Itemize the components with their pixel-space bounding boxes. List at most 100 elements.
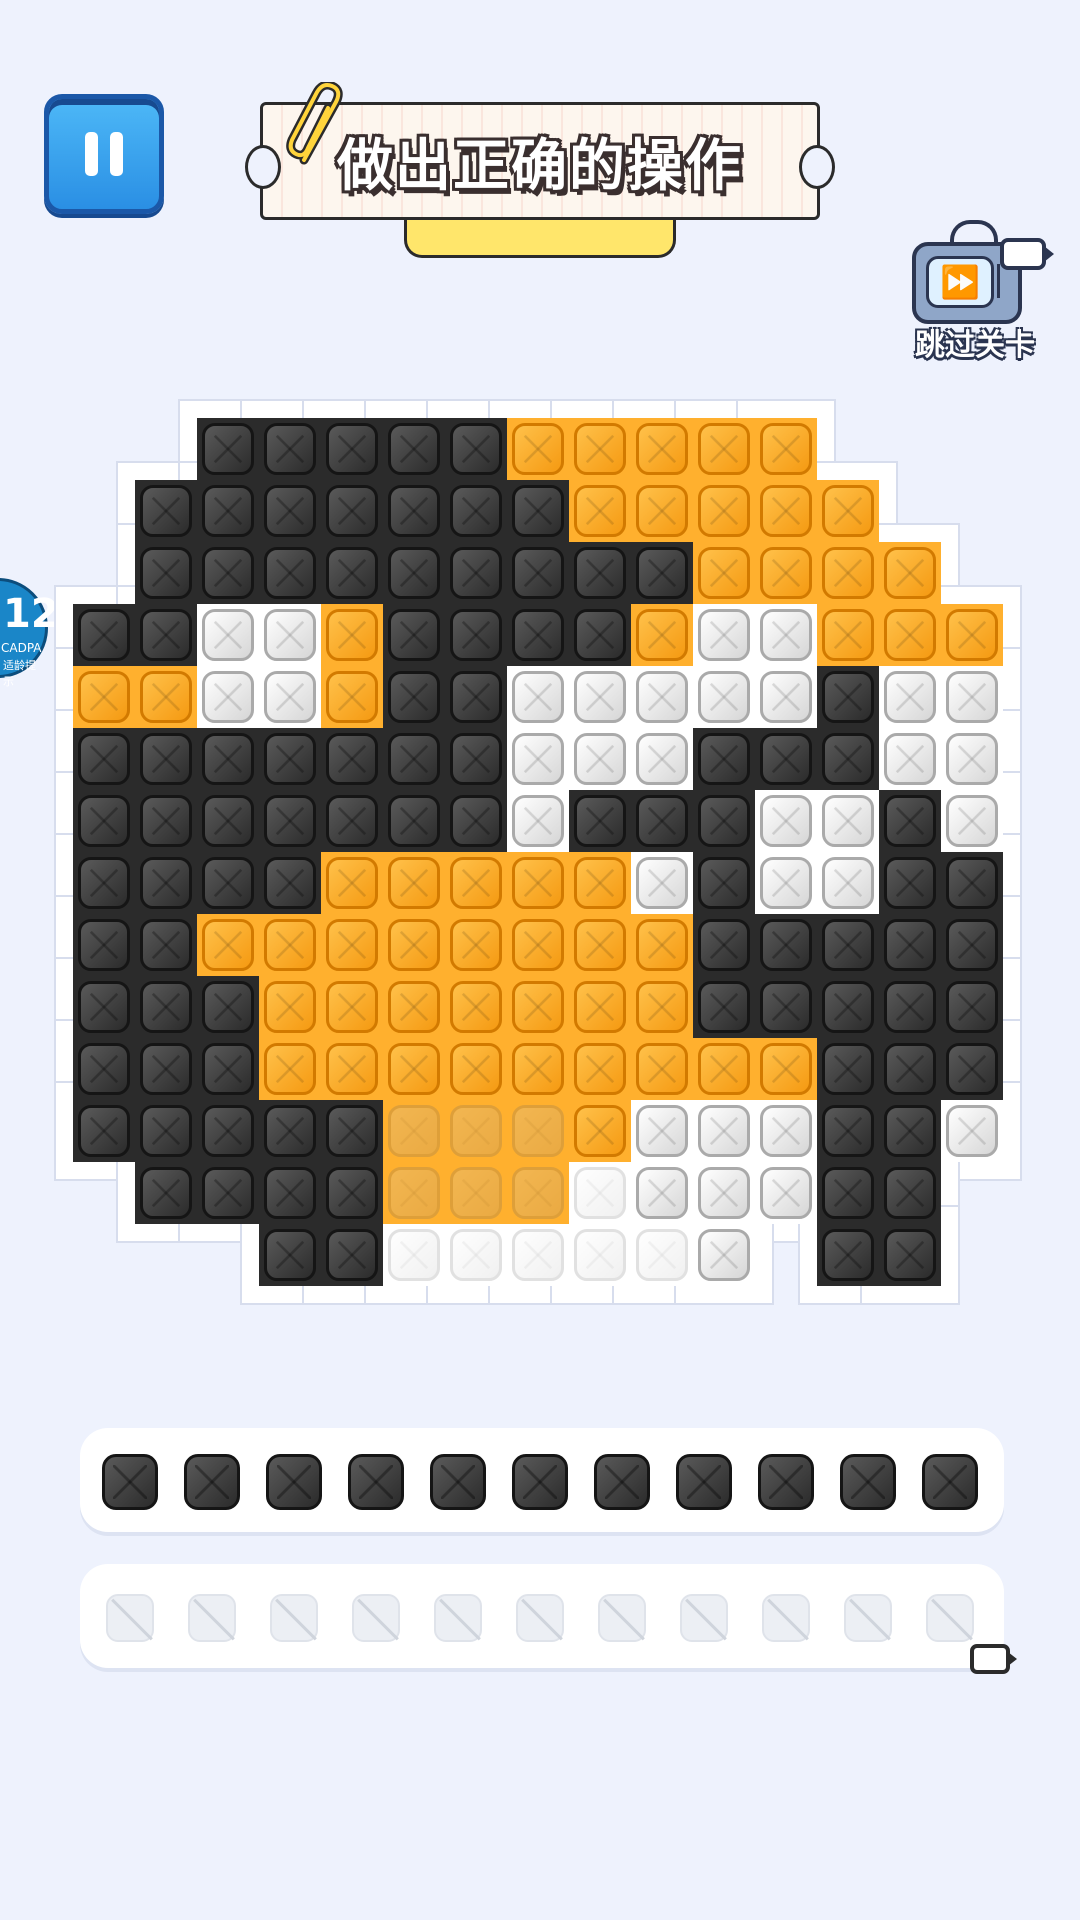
bead-cell[interactable] <box>135 790 197 852</box>
bead-cell[interactable] <box>197 1100 259 1162</box>
bead-cell[interactable] <box>321 976 383 1038</box>
bead-cell[interactable] <box>259 728 321 790</box>
bead-cell[interactable] <box>569 418 631 480</box>
bead-cell[interactable] <box>941 976 1003 1038</box>
bead-cell[interactable] <box>507 976 569 1038</box>
bead-cell[interactable] <box>631 976 693 1038</box>
tray-black-bead[interactable] <box>102 1454 158 1510</box>
bead-cell[interactable] <box>569 1100 631 1162</box>
bead-cell[interactable] <box>383 1162 445 1224</box>
bead-cell[interactable] <box>321 480 383 542</box>
bead-cell[interactable] <box>259 604 321 666</box>
tray-black-bead[interactable] <box>512 1454 568 1510</box>
bead-cell[interactable] <box>817 604 879 666</box>
bead-cell[interactable] <box>383 418 445 480</box>
bead-cell[interactable] <box>817 1038 879 1100</box>
bead-cell[interactable] <box>445 790 507 852</box>
bead-cell[interactable] <box>817 914 879 976</box>
bead-cell[interactable] <box>631 1224 693 1286</box>
bead-cell[interactable] <box>941 1038 1003 1100</box>
bead-cell[interactable] <box>321 418 383 480</box>
tray-black-bead[interactable] <box>184 1454 240 1510</box>
bead-cell[interactable] <box>693 604 755 666</box>
bead-cell[interactable] <box>135 976 197 1038</box>
bead-cell[interactable] <box>445 976 507 1038</box>
bead-cell[interactable] <box>197 976 259 1038</box>
bead-cell[interactable] <box>507 418 569 480</box>
video-camera-icon[interactable] <box>970 1644 1017 1674</box>
bead-cell[interactable] <box>817 1100 879 1162</box>
bead-cell[interactable] <box>693 542 755 604</box>
bead-cell[interactable] <box>383 976 445 1038</box>
bead-cell[interactable] <box>259 790 321 852</box>
bead-cell[interactable] <box>507 790 569 852</box>
bead-cell[interactable] <box>817 728 879 790</box>
bead-cell[interactable] <box>321 852 383 914</box>
bead-cell[interactable] <box>693 914 755 976</box>
bead-cell[interactable] <box>879 542 941 604</box>
bead-cell[interactable] <box>817 790 879 852</box>
bead-cell[interactable] <box>817 852 879 914</box>
bead-cell[interactable] <box>135 1100 197 1162</box>
bead-cell[interactable] <box>507 914 569 976</box>
bead-cell[interactable] <box>445 728 507 790</box>
bead-cell[interactable] <box>755 480 817 542</box>
bead-cell[interactable] <box>507 1100 569 1162</box>
bead-cell[interactable] <box>631 480 693 542</box>
bead-tray[interactable] <box>80 1428 1004 1532</box>
bead-cell[interactable] <box>135 852 197 914</box>
bead-cell[interactable] <box>259 1224 321 1286</box>
bead-cell[interactable] <box>383 1224 445 1286</box>
bead-cell[interactable] <box>879 728 941 790</box>
bead-cell[interactable] <box>73 852 135 914</box>
bead-cell[interactable] <box>755 604 817 666</box>
bead-cell[interactable] <box>507 1224 569 1286</box>
bead-cell[interactable] <box>507 604 569 666</box>
bead-cell[interactable] <box>755 666 817 728</box>
bead-cell[interactable] <box>135 604 197 666</box>
bead-cell[interactable] <box>693 1100 755 1162</box>
bead-cell[interactable] <box>569 480 631 542</box>
bead-cell[interactable] <box>197 604 259 666</box>
bead-cell[interactable] <box>445 1038 507 1100</box>
bead-cell[interactable] <box>631 666 693 728</box>
bead-cell[interactable] <box>631 1100 693 1162</box>
bead-cell[interactable] <box>879 604 941 666</box>
bead-cell[interactable] <box>135 914 197 976</box>
bead-cell[interactable] <box>569 1162 631 1224</box>
bead-cell[interactable] <box>631 418 693 480</box>
tray-black-bead[interactable] <box>676 1454 732 1510</box>
bead-cell[interactable] <box>383 914 445 976</box>
bead-cell[interactable] <box>941 728 1003 790</box>
bead-cell[interactable] <box>383 728 445 790</box>
bead-cell[interactable] <box>259 976 321 1038</box>
bead-cell[interactable] <box>259 1038 321 1100</box>
bead-cell[interactable] <box>321 914 383 976</box>
tray-black-bead[interactable] <box>758 1454 814 1510</box>
bead-cell[interactable] <box>507 542 569 604</box>
bead-cell[interactable] <box>321 542 383 604</box>
bead-cell[interactable] <box>259 914 321 976</box>
bead-cell[interactable] <box>569 852 631 914</box>
bead-cell[interactable] <box>941 914 1003 976</box>
bead-cell[interactable] <box>631 604 693 666</box>
bead-cell[interactable] <box>879 1224 941 1286</box>
bead-cell[interactable] <box>631 914 693 976</box>
bead-cell[interactable] <box>631 790 693 852</box>
bead-cell[interactable] <box>259 1162 321 1224</box>
bead-cell[interactable] <box>693 790 755 852</box>
bead-cell[interactable] <box>445 1100 507 1162</box>
bead-cell[interactable] <box>755 976 817 1038</box>
bead-cell[interactable] <box>569 914 631 976</box>
bead-cell[interactable] <box>941 852 1003 914</box>
bead-cell[interactable] <box>879 852 941 914</box>
bead-cell[interactable] <box>73 666 135 728</box>
bead-cell[interactable] <box>321 1038 383 1100</box>
bead-cell[interactable] <box>755 1100 817 1162</box>
tray-black-bead[interactable] <box>840 1454 896 1510</box>
bead-cell[interactable] <box>321 728 383 790</box>
tray-black-bead[interactable] <box>594 1454 650 1510</box>
bead-cell[interactable] <box>631 1162 693 1224</box>
bead-cell[interactable] <box>817 1224 879 1286</box>
bead-cell[interactable] <box>941 1100 1003 1162</box>
